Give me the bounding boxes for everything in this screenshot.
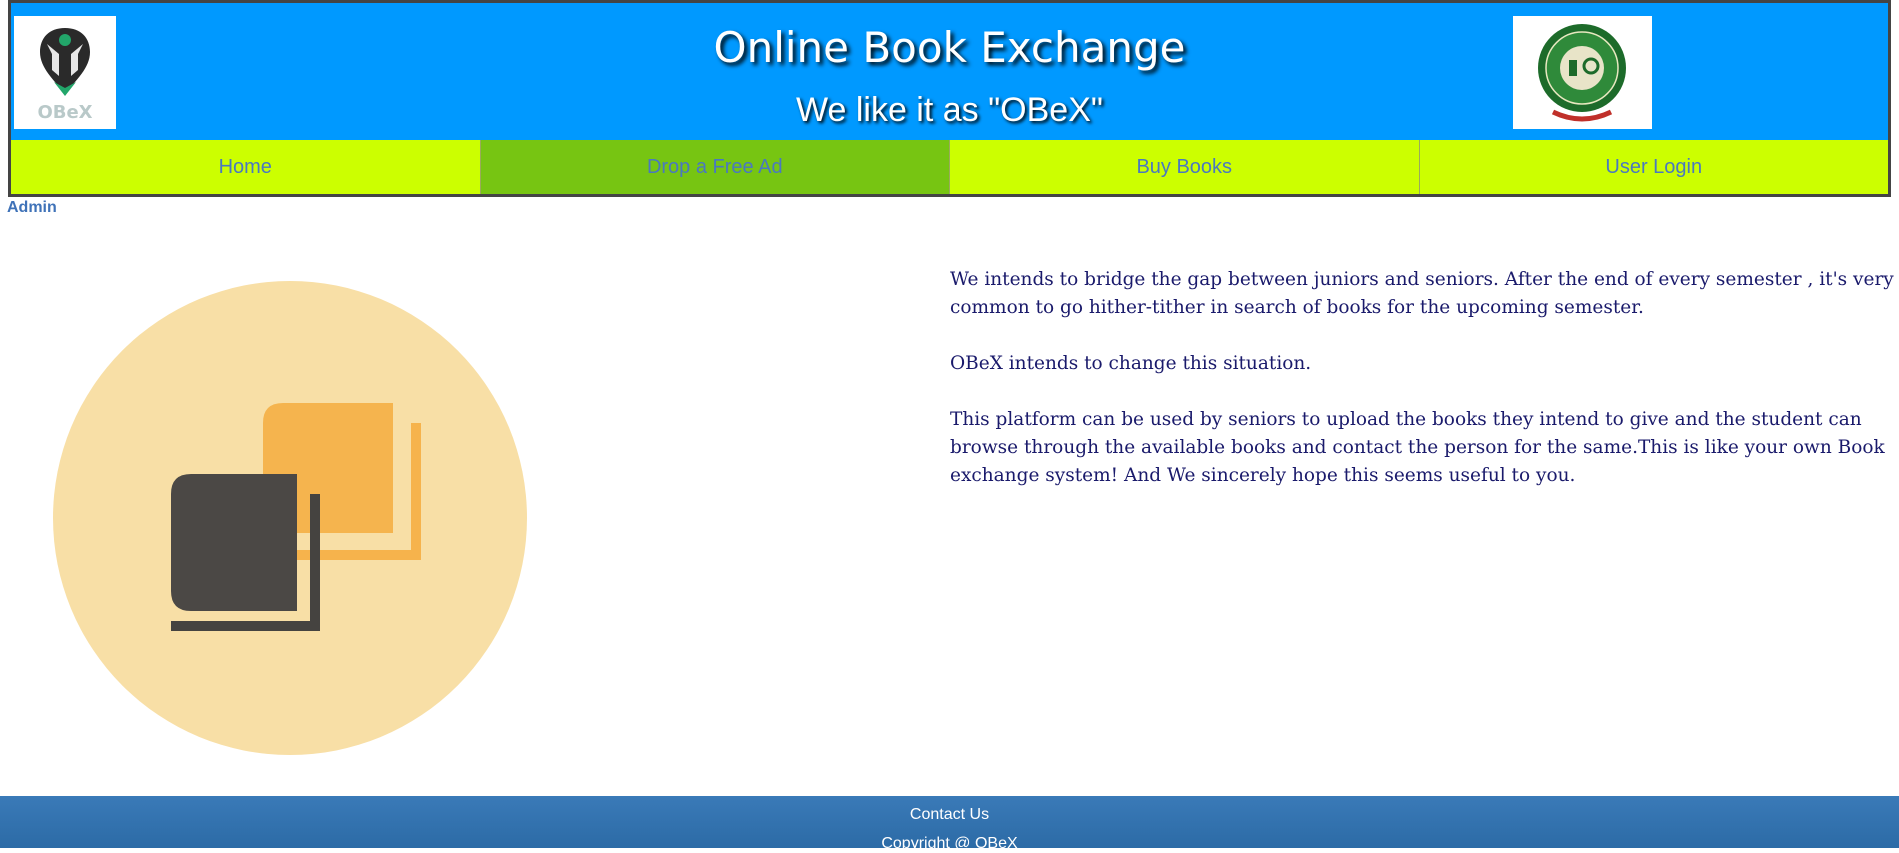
intro-paragraph: We intends to bridge the gap between jun… [950,269,1894,318]
university-seal [1513,16,1652,129]
footer-copyright: Copyright @ OBeX [881,835,1018,852]
nav-user-login[interactable]: User Login [1419,140,1888,194]
nav-drop-free-ad[interactable]: Drop a Free Ad [480,140,950,194]
intro-paragraph: This platform can be used by seniors to … [950,409,1885,486]
site-header: OBeX Online Book Exchange We like it as … [8,0,1891,140]
nav-buy-books[interactable]: Buy Books [950,140,1420,194]
main-nav: Home Drop a Free Ad Buy Books User Login [8,140,1891,197]
admin-link[interactable]: Admin [7,199,57,217]
nav-home[interactable]: Home [11,140,481,194]
books-icon [53,281,527,755]
site-footer: Contact Us Copyright @ OBeX [0,796,1899,852]
intro-text: We intends to bridge the gap between jun… [950,266,1895,518]
university-seal-icon [1538,24,1626,122]
intro-paragraph: OBeX intends to change this situation. [950,353,1312,374]
contact-us-link[interactable]: Contact Us [0,806,1899,824]
books-illustration [53,281,527,755]
